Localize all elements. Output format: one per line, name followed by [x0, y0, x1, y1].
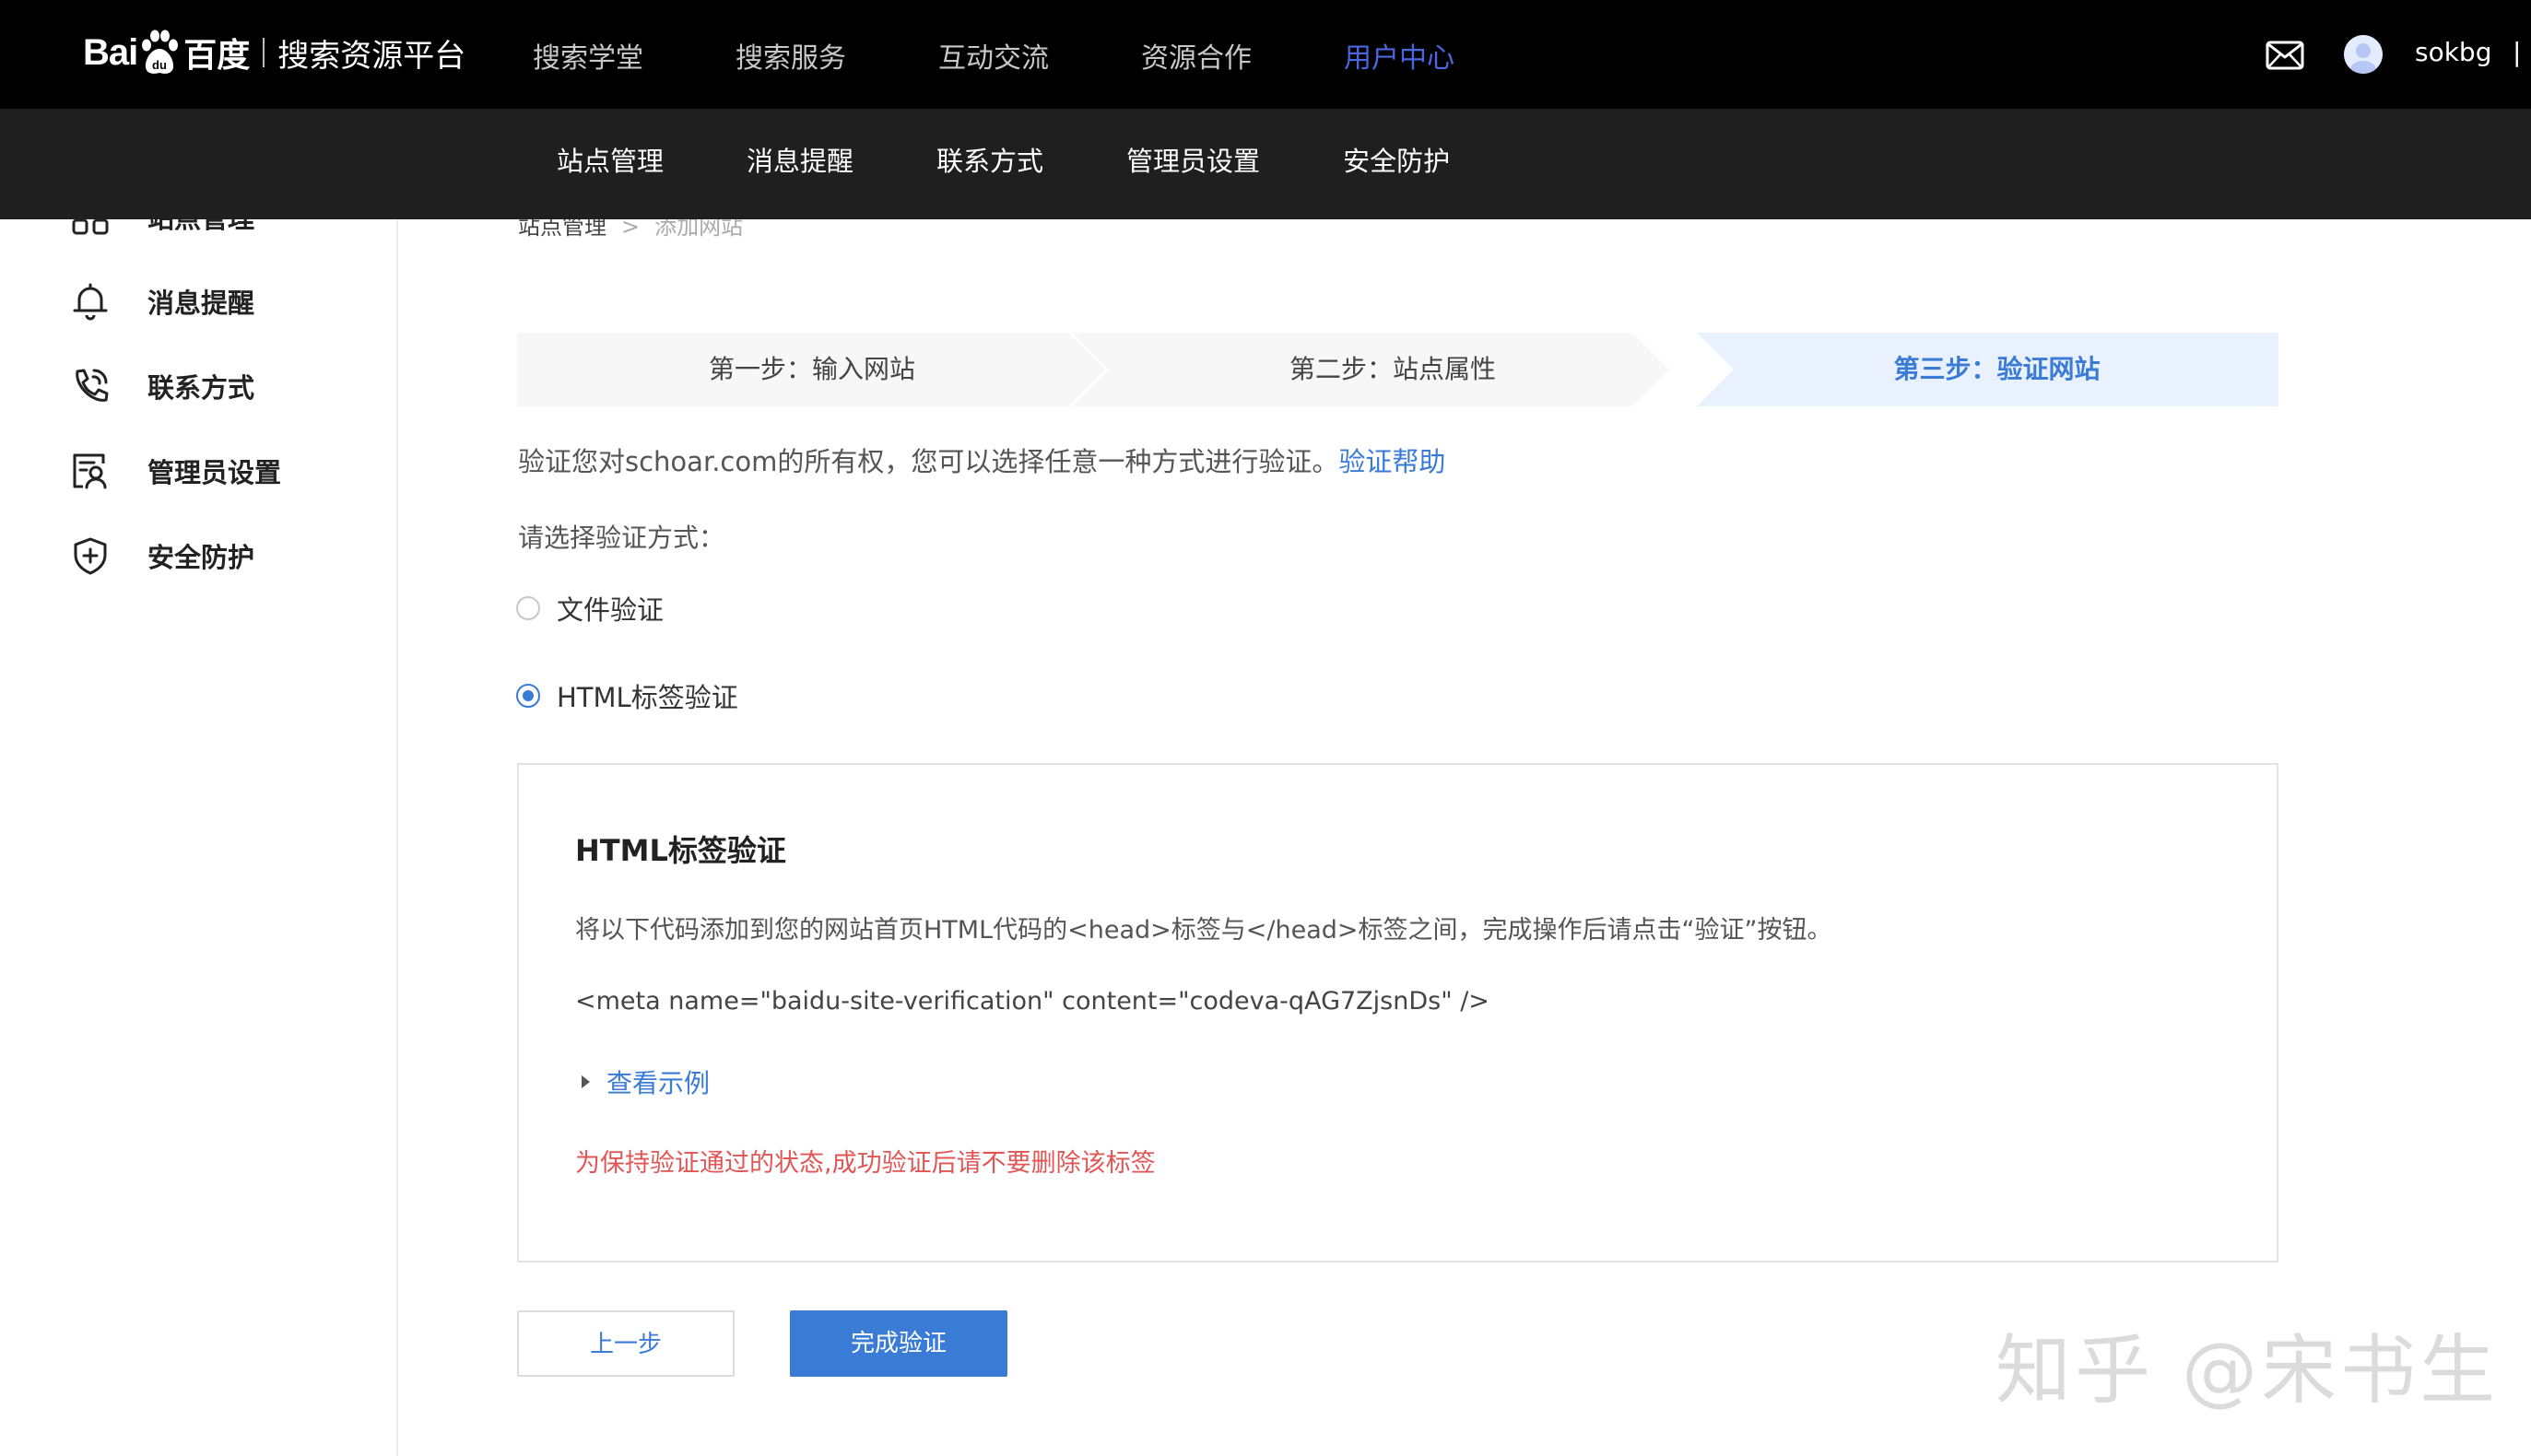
html-verify-card: HTML标签验证 将以下代码添加到您的网站首页HTML代码的<head>标签与<…: [517, 763, 2278, 1262]
caret-right-icon: [582, 1075, 590, 1088]
sidebar-item-label: 消息提醒: [147, 288, 255, 319]
topnav-item-user-center[interactable]: 用户中心: [1344, 0, 1454, 116]
mail-icon[interactable]: [2266, 41, 2304, 70]
username[interactable]: sokbg: [2415, 37, 2491, 67]
step-2: 第二步：站点属性: [1289, 354, 1496, 384]
subnav-item-contact[interactable]: 联系方式: [936, 109, 1043, 214]
sidebar-item-label: 管理员设置: [147, 457, 282, 488]
sidebar-item-messages[interactable]: 消息提醒: [70, 278, 254, 324]
verification-code[interactable]: <meta name="baidu-site-verification" con…: [575, 987, 1489, 1016]
user-icon: [2344, 35, 2383, 74]
step-3: 第三步：验证网站: [1893, 354, 2101, 384]
logo-divider: [263, 38, 265, 67]
verify-help-link[interactable]: 验证帮助: [1338, 446, 1445, 477]
sub-nav: 站点管理 消息提醒 联系方式 管理员设置 安全防护: [557, 109, 1533, 214]
subnav-item-admin[interactable]: 管理员设置: [1126, 109, 1260, 214]
subnav-item-site-manage[interactable]: 站点管理: [557, 109, 664, 214]
view-example-label: 查看示例: [606, 1068, 711, 1098]
radio-file-verify[interactable]: 文件验证: [516, 590, 664, 627]
card-instruction: 将以下代码添加到您的网站首页HTML代码的<head>标签与</head>标签之…: [575, 916, 1832, 945]
card-title: HTML标签验证: [575, 833, 786, 868]
radio-button-checked[interactable]: [516, 684, 540, 708]
phone-icon: [76, 369, 109, 402]
subnav-item-messages[interactable]: 消息提醒: [747, 109, 853, 214]
top-navbar: Bai du 百度 搜索资源平台 搜索学堂 搜索服务 互动交流 资源合作 用户中…: [0, 0, 2531, 109]
complete-verify-button[interactable]: 完成验证: [790, 1310, 1007, 1377]
topnav-item-interaction[interactable]: 互动交流: [938, 0, 1049, 116]
user-separator: |: [2513, 37, 2522, 67]
svg-text:du: du: [152, 58, 167, 72]
topnav-item-search-school[interactable]: 搜索学堂: [533, 0, 643, 116]
step-1: 第一步：输入网站: [708, 354, 915, 384]
warning-text: 为保持验证通过的状态,成功验证后请不要删除该标签: [575, 1149, 1156, 1178]
paw-icon: du: [142, 29, 179, 74]
platform-title: 搜索资源平台: [277, 37, 466, 75]
bell-icon: [73, 283, 108, 321]
prev-step-button[interactable]: 上一步: [517, 1310, 735, 1377]
avatar[interactable]: [2344, 35, 2383, 74]
shield-plus-icon: [74, 537, 107, 575]
sidebar-item-contact[interactable]: 联系方式: [70, 363, 254, 409]
logo-text-baidu: 百度: [183, 37, 251, 75]
top-nav: 搜索学堂 搜索服务 互动交流 资源合作 用户中心: [533, 0, 1547, 116]
sub-navbar: 站点管理 消息提醒 联系方式 管理员设置 安全防护: [0, 109, 2531, 219]
admin-icon: [73, 453, 107, 489]
sidebar-item-security[interactable]: 安全防护: [70, 533, 254, 579]
verify-description: 验证您对schoar.com的所有权，您可以选择任意一种方式进行验证。验证帮助: [518, 440, 1445, 479]
radio-label: 文件验证: [557, 594, 665, 626]
logo-text-bai: Bai: [83, 31, 138, 73]
view-example-toggle[interactable]: 查看示例: [582, 1063, 710, 1100]
sidebar-item-label: 联系方式: [147, 372, 255, 404]
subnav-item-security[interactable]: 安全防护: [1343, 109, 1450, 214]
baidu-logo[interactable]: Bai du 百度 搜索资源平台: [83, 20, 465, 85]
topnav-item-search-service[interactable]: 搜索服务: [736, 0, 846, 116]
radio-label: HTML标签验证: [557, 682, 738, 713]
verify-description-text: 验证您对schoar.com的所有权，您可以选择任意一种方式进行验证。: [518, 446, 1339, 477]
topnav-item-cooperation[interactable]: 资源合作: [1141, 0, 1252, 116]
user-area: sokbg | 退出: [1886, 0, 2531, 111]
sidebar-item-label: 安全防护: [147, 542, 255, 573]
radio-html-tag-verify[interactable]: HTML标签验证: [516, 677, 738, 714]
radio-button[interactable]: [516, 596, 540, 620]
method-label: 请选择验证方式：: [518, 523, 725, 553]
watermark: 知乎 @宋书生: [1995, 1327, 2500, 1415]
sidebar-item-admin[interactable]: 管理员设置: [70, 448, 281, 494]
step-progress: 第一步：输入网站 第二步：站点属性 第三步：验证网站: [517, 333, 2278, 406]
